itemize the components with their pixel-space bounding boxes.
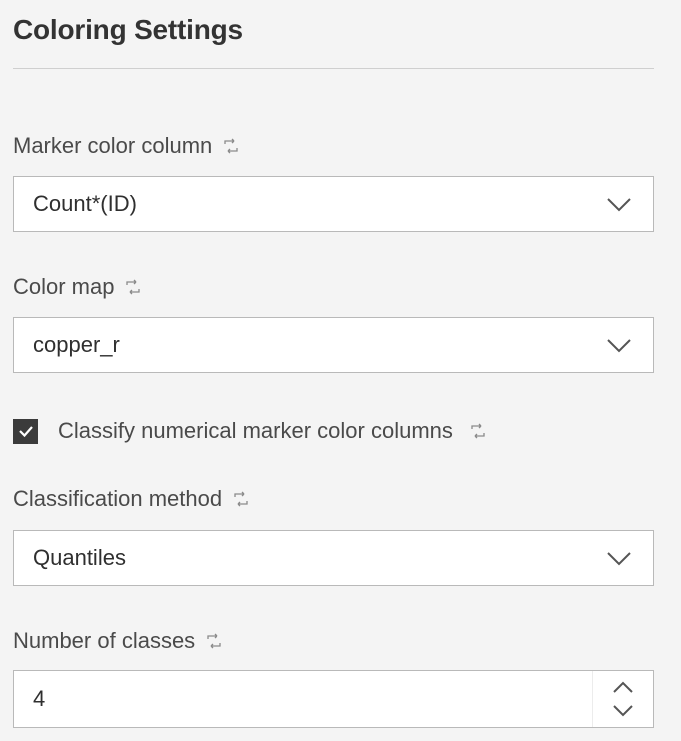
- marker-color-label-row: Marker color column: [13, 133, 240, 159]
- number-of-classes-label: Number of classes: [13, 628, 196, 653]
- color-map-label-row: Color map: [13, 274, 142, 300]
- number-of-classes-input[interactable]: 4: [13, 670, 654, 728]
- classification-method-value: Quantiles: [33, 545, 126, 570]
- classification-method-label: Classification method: [13, 486, 223, 511]
- classify-checkbox[interactable]: [13, 418, 38, 444]
- title-divider: [13, 68, 654, 69]
- chevron-down-icon: [605, 544, 633, 572]
- number-of-classes-label-row: Number of classes: [13, 628, 223, 654]
- link-icon[interactable]: [222, 137, 240, 155]
- checkmark-icon: [18, 426, 33, 438]
- classification-method-select[interactable]: Quantiles: [13, 530, 654, 586]
- link-icon[interactable]: [469, 422, 487, 440]
- classify-label: Classify numerical marker color columns: [58, 418, 453, 443]
- chevron-down-icon: [605, 190, 633, 218]
- chevron-down-icon[interactable]: [609, 699, 637, 721]
- page-title: Coloring Settings: [13, 14, 243, 45]
- marker-color-value: Count*(ID): [33, 191, 137, 216]
- classify-row: Classify numerical marker color columns: [13, 418, 487, 444]
- link-icon[interactable]: [205, 632, 223, 650]
- number-of-classes-value: 4: [33, 686, 46, 711]
- link-icon[interactable]: [124, 278, 142, 296]
- marker-color-label: Marker color column: [13, 133, 213, 158]
- color-map-label: Color map: [13, 274, 115, 299]
- link-icon[interactable]: [232, 490, 250, 508]
- chevron-up-icon[interactable]: [609, 677, 637, 699]
- color-map-select[interactable]: copper_r: [13, 317, 654, 373]
- classification-method-label-row: Classification method: [13, 486, 250, 512]
- chevron-down-icon: [605, 331, 633, 359]
- number-stepper: [592, 671, 653, 727]
- color-map-value: copper_r: [33, 332, 120, 357]
- marker-color-select[interactable]: Count*(ID): [13, 176, 654, 232]
